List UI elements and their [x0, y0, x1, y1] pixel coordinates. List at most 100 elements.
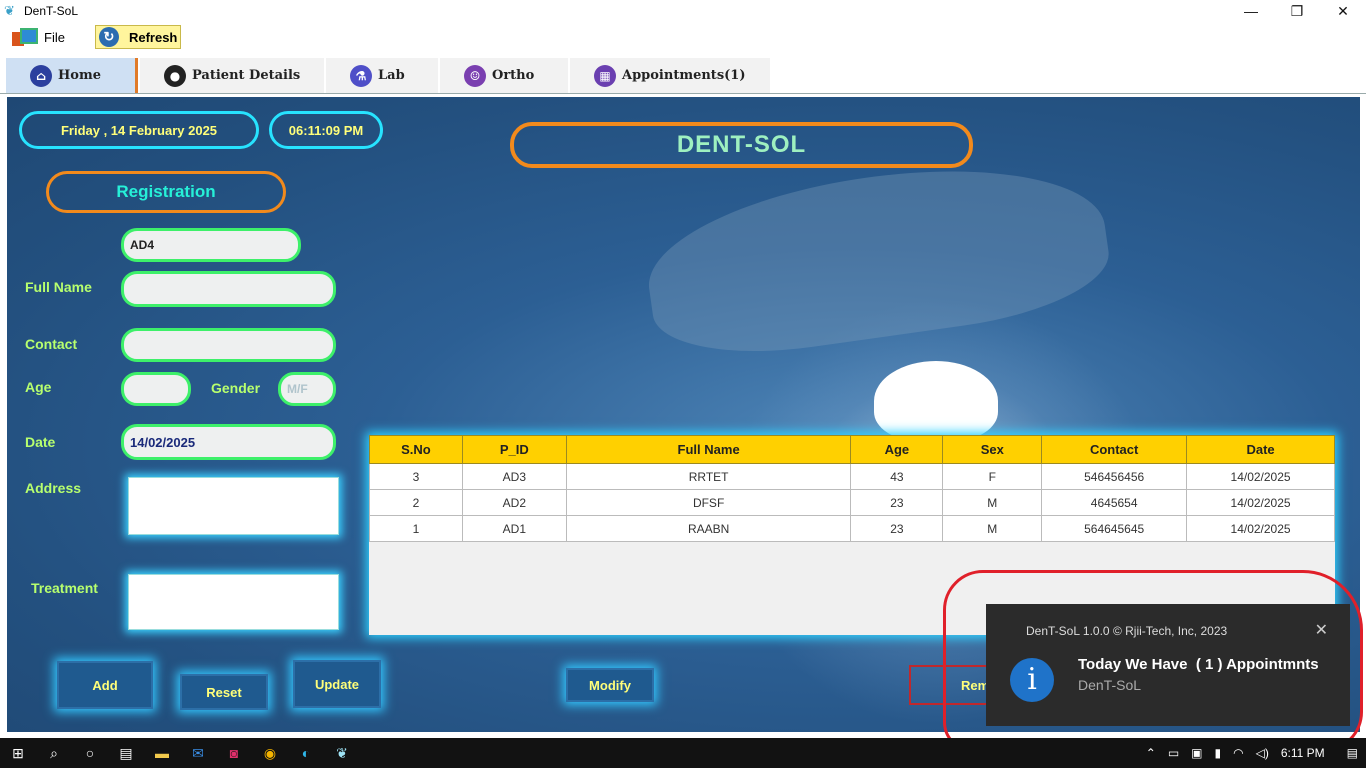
home-icon: ⌂: [30, 64, 52, 87]
file-menu[interactable]: File: [12, 24, 65, 50]
refresh-icon: ↻: [98, 27, 119, 47]
tab-home-label: Home: [58, 68, 101, 83]
cortana-icon[interactable]: ○: [72, 738, 108, 768]
task-view-icon[interactable]: ▤: [108, 738, 144, 768]
notification-message: Today We Have ( 1 ) Appointmnts: [1078, 656, 1319, 673]
maximize-button[interactable]: ❐: [1274, 0, 1320, 22]
table-cell: 14/02/2025: [1186, 515, 1335, 542]
table-cell: F: [942, 463, 1043, 490]
tooth-app-icon: ❦: [4, 3, 15, 18]
reset-button[interactable]: Reset: [180, 674, 268, 710]
edge-icon[interactable]: ◐: [288, 738, 324, 768]
info-icon: i: [1010, 658, 1054, 702]
tab-lab[interactable]: ⚗ Lab: [326, 58, 438, 93]
full-name-label: Full Name: [25, 279, 92, 295]
title-bar: ❦ DenT-SoL — ❐ ✕: [0, 0, 1366, 22]
table-row[interactable]: 3 AD3 RRTET 43 F 546456456 14/02/2025: [369, 463, 1335, 490]
table-row[interactable]: 1 AD1 RAABN 23 M 564645645 14/02/2025: [369, 515, 1335, 542]
date-display: Friday , 14 February 2025: [19, 111, 259, 149]
tab-home[interactable]: ⌂ Home: [6, 58, 138, 93]
column-header[interactable]: P_ID: [461, 435, 567, 464]
column-header[interactable]: S.No: [369, 435, 463, 464]
table-cell: DFSF: [565, 489, 852, 516]
minimize-button[interactable]: —: [1228, 0, 1274, 22]
gender-field[interactable]: M/F: [278, 372, 336, 406]
table-cell: RAABN: [565, 515, 852, 542]
notification-center-icon[interactable]: ▤: [1347, 746, 1358, 760]
update-button[interactable]: Update: [293, 660, 381, 708]
table-cell: 564645645: [1041, 515, 1188, 542]
file-menu-label: File: [44, 29, 65, 45]
contact-field[interactable]: [121, 328, 336, 362]
taskbar-clock[interactable]: 6:11 PM: [1281, 746, 1325, 760]
column-header[interactable]: Sex: [942, 435, 1043, 464]
close-window-button[interactable]: ✕: [1320, 0, 1366, 22]
windows-start-icon[interactable]: ⊞: [0, 738, 36, 768]
meet-now-icon[interactable]: ▭: [1168, 746, 1179, 760]
table-cell: M: [942, 489, 1043, 516]
tab-patient-details[interactable]: ● Patient Details: [140, 58, 324, 93]
address-label: Address: [25, 480, 82, 496]
mail-icon[interactable]: ✉: [180, 738, 216, 768]
close-notification-icon[interactable]: ✕: [1315, 620, 1328, 640]
modify-button[interactable]: Modify: [566, 668, 654, 702]
table-cell: 4645654: [1041, 489, 1188, 516]
menu-bar: File ↻ Refresh: [0, 22, 1366, 52]
registration-heading: Registration: [46, 171, 286, 213]
table-cell: 14/02/2025: [1186, 489, 1335, 516]
patient-icon: ●: [164, 64, 186, 87]
display-icon[interactable]: ▣: [1191, 746, 1202, 760]
time-display: 06:11:09 PM: [269, 111, 383, 149]
instagram-icon[interactable]: ◙: [216, 738, 252, 768]
tab-lab-label: Lab: [378, 68, 405, 83]
column-header[interactable]: Age: [850, 435, 944, 464]
tab-ortho[interactable]: ☺ Ortho: [440, 58, 568, 93]
gender-label: Gender: [211, 380, 261, 396]
full-name-field[interactable]: [121, 271, 336, 307]
date-field[interactable]: 14/02/2025: [121, 424, 336, 460]
battery-icon[interactable]: ▮: [1215, 746, 1222, 760]
appointment-notification[interactable]: DenT-SoL 1.0.0 © Rjii-Tech, Inc, 2023 ✕ …: [986, 604, 1350, 726]
table-cell: AD2: [461, 489, 567, 516]
column-header[interactable]: Full Name: [565, 435, 852, 464]
window-controls: — ❐ ✕: [1228, 0, 1366, 22]
patient-id-field[interactable]: AD4: [121, 228, 301, 262]
contact-label: Contact: [25, 336, 78, 352]
add-button[interactable]: Add: [57, 661, 153, 709]
brand-title: DENT-SOL: [510, 122, 973, 168]
age-field[interactable]: [121, 372, 191, 406]
address-field[interactable]: [128, 477, 339, 535]
date-label: Date: [25, 434, 56, 450]
tab-strip: ⌂ Home ● Patient Details ⚗ Lab ☺ Ortho ▦…: [0, 56, 1366, 94]
chrome-icon[interactable]: ◉: [252, 738, 288, 768]
table-cell: RRTET: [565, 463, 852, 490]
volume-icon[interactable]: ◁): [1256, 746, 1269, 760]
background-tooth-graphic: [874, 361, 998, 441]
column-header[interactable]: Contact: [1041, 435, 1188, 464]
table-row[interactable]: 2 AD2 DFSF 23 M 4645654 14/02/2025: [369, 489, 1335, 516]
tab-appointments-label: Appointments(1): [622, 68, 746, 83]
dent-sol-taskbar-icon[interactable]: ❦: [324, 738, 360, 768]
table-header-row: S.No P_ID Full Name Age Sex Contact Date: [369, 435, 1335, 464]
tab-appointments[interactable]: ▦ Appointments(1): [570, 58, 770, 93]
table-cell: 23: [850, 489, 944, 516]
table-cell: 1: [369, 515, 463, 542]
system-tray: ⌃ ▭ ▣ ▮ ◠ ◁) 6:11 PM ▤: [1134, 738, 1358, 768]
taskbar: ⊞ ⌕ ○ ▤ ▬ ✉ ◙ ◉ ◐ ❦ ⌃ ▭ ▣ ▮ ◠ ◁) 6:11 PM…: [0, 738, 1366, 768]
treatment-field[interactable]: [128, 574, 339, 630]
lab-icon: ⚗: [350, 64, 372, 87]
chevron-up-icon[interactable]: ⌃: [1146, 746, 1156, 760]
file-menu-icon: [12, 28, 38, 46]
tab-ortho-label: Ortho: [492, 68, 535, 83]
treatment-label: Treatment: [31, 580, 98, 596]
search-icon[interactable]: ⌕: [36, 738, 72, 768]
refresh-button[interactable]: ↻ Refresh: [94, 25, 182, 49]
file-explorer-icon[interactable]: ▬: [144, 738, 180, 768]
table-cell: M: [942, 515, 1043, 542]
column-header[interactable]: Date: [1186, 435, 1335, 464]
age-label: Age: [25, 379, 52, 395]
table-cell: 43: [850, 463, 944, 490]
wifi-icon[interactable]: ◠: [1233, 746, 1243, 760]
notification-app-name: DenT-SoL: [1078, 677, 1142, 693]
table-cell: 546456456: [1041, 463, 1188, 490]
